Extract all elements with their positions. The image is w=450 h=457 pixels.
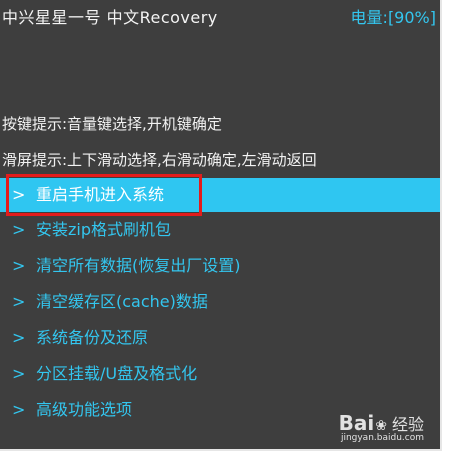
recovery-title: 中兴星星一号 中文Recovery [2,8,218,27]
battery-indicator: 电量:[90%] [350,8,436,27]
recovery-screen: 中兴星星一号 中文Recovery 电量:[90%] 按键提示:音量键选择,开机… [0,0,442,451]
menu-item-install-zip[interactable]: > 安装zip格式刷机包 [0,212,440,248]
menu-item-wipe-cache[interactable]: > 清空缓存区(cache)数据 [0,284,440,320]
menu-item-label: 清空所有数据(恢复出厂设置) [36,256,241,275]
menu-item-label: 清空缓存区(cache)数据 [36,292,208,311]
baidu-logo-text: Bai [338,411,375,435]
selection-highlight-box [6,174,202,216]
swipe-tip: 滑屏提示:上下滑动选择,右滑动确定,左滑动返回 [2,151,317,169]
arrow-icon: > [12,400,26,419]
menu-item-label: 安装zip格式刷机包 [36,220,172,239]
menu-item-label: 系统备份及还原 [36,328,149,347]
watermark-text: 经验 [391,415,424,434]
menu-item-mount-format[interactable]: > 分区挂载/U盘及格式化 [0,356,440,392]
watermark-url: jingyan.baidu.com [340,433,424,443]
menu-item-label: 高级功能选项 [36,400,133,419]
menu-item-label: 分区挂载/U盘及格式化 [36,364,198,383]
paw-icon: ❀ [375,418,387,434]
key-tip: 按键提示:音量键选择,开机键确定 [2,115,222,133]
arrow-icon: > [12,256,26,275]
arrow-icon: > [12,292,26,311]
arrow-icon: > [12,220,26,239]
arrow-icon: > [12,364,26,383]
menu-item-backup-restore[interactable]: > 系统备份及还原 [0,320,440,356]
menu-item-wipe-data[interactable]: > 清空所有数据(恢复出厂设置) [0,248,440,284]
arrow-icon: > [12,328,26,347]
baidu-jingyan-watermark: Bai❀ 经验 jingyan.baidu.com [339,411,424,443]
